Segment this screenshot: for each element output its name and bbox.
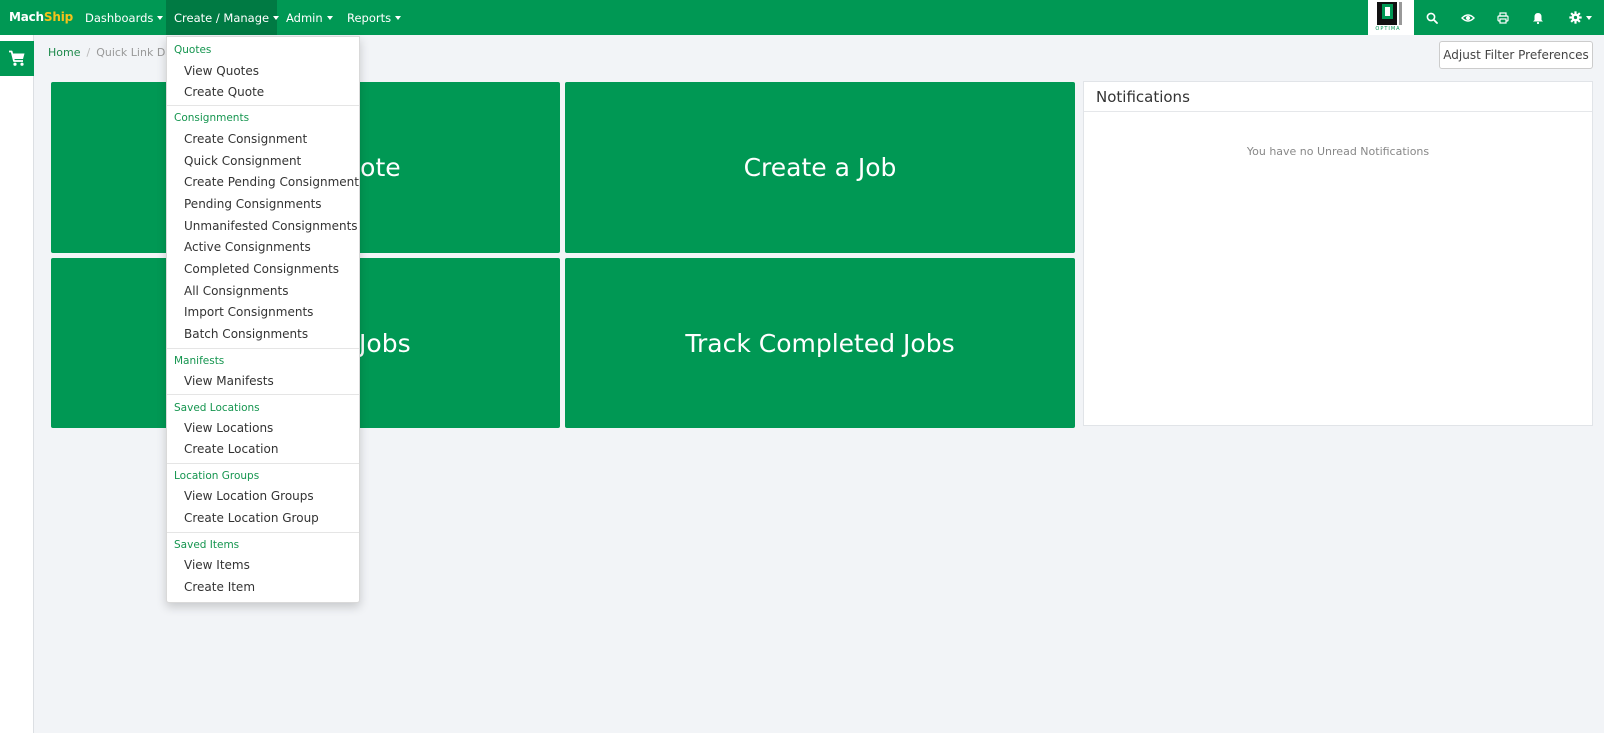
- tile-label: Track Completed Jobs: [685, 328, 955, 358]
- menu-item-create-item[interactable]: Create Item: [184, 580, 255, 594]
- nav-reports-label: Reports: [347, 11, 392, 25]
- menu-item-create-location[interactable]: Create Location: [184, 442, 278, 456]
- cart-icon: [9, 50, 25, 66]
- nav-create-manage[interactable]: Create / Manage: [166, 0, 280, 35]
- caret-down-icon: [1585, 15, 1592, 20]
- caret-down-icon: [326, 16, 333, 20]
- nav-admin-label: Admin: [286, 11, 323, 25]
- menu-item-create-location-group[interactable]: Create Location Group: [184, 511, 319, 525]
- caret-down-icon: [395, 16, 402, 20]
- tile-label: Create a Job: [743, 153, 897, 182]
- tile-create-job[interactable]: Create a Job: [565, 82, 1075, 253]
- print-icon[interactable]: [1485, 0, 1521, 35]
- menu-item-unmanifested-consignments[interactable]: Unmanifested Consignments: [184, 219, 358, 233]
- gear-icon: [1568, 11, 1582, 24]
- dropdown-header-location-groups: Location Groups: [174, 470, 260, 482]
- menu-item-create-consignment[interactable]: Create Consignment: [184, 132, 307, 146]
- menu-item-view-manifests[interactable]: View Manifests: [184, 374, 274, 388]
- settings-menu[interactable]: [1559, 0, 1601, 35]
- notifications-empty-text: You have no Unread Notifications: [1246, 145, 1430, 158]
- create-manage-dropdown: Quotes View Quotes Create Quote Consignm…: [166, 36, 360, 603]
- notifications-panel: Notifications You have no Unread Notific…: [1083, 81, 1593, 426]
- brand-logo[interactable]: MachShip: [9, 10, 73, 24]
- menu-item-all-consignments[interactable]: All Consignments: [184, 284, 288, 298]
- menu-divider: [167, 348, 359, 349]
- nav-dashboards-label: Dashboards: [85, 11, 154, 25]
- menu-item-view-items[interactable]: View Items: [184, 558, 250, 572]
- menu-divider: [167, 394, 359, 395]
- breadcrumb-home[interactable]: Home: [48, 46, 80, 59]
- caret-down-icon: [157, 16, 164, 20]
- menu-item-create-pending-consignment[interactable]: Create Pending Consignment: [184, 175, 359, 189]
- menu-item-view-locations[interactable]: View Locations: [184, 421, 273, 435]
- nav-reports[interactable]: Reports: [339, 0, 409, 35]
- dropdown-header-consignments: Consignments: [174, 112, 250, 124]
- menu-divider: [167, 105, 359, 106]
- menu-item-pending-consignments[interactable]: Pending Consignments: [184, 197, 322, 211]
- dropdown-header-manifests: Manifests: [174, 355, 225, 367]
- top-navbar: MachShip Dashboards Create / Manage Admi…: [0, 0, 1604, 35]
- brand-name-part2: Ship: [43, 10, 73, 24]
- brand-name-part1: Mach: [9, 10, 44, 24]
- dropdown-header-quotes: Quotes: [174, 44, 212, 56]
- search-icon[interactable]: [1414, 0, 1450, 35]
- nav-admin[interactable]: Admin: [278, 0, 341, 35]
- bell-icon[interactable]: [1520, 0, 1556, 35]
- eye-icon[interactable]: [1450, 0, 1486, 35]
- adjust-filter-preferences-button[interactable]: Adjust Filter Preferences: [1439, 41, 1593, 69]
- left-sidebar: [0, 35, 34, 733]
- notifications-title: Notifications: [1084, 82, 1592, 112]
- menu-item-import-consignments[interactable]: Import Consignments: [184, 305, 313, 319]
- company-logo: OPTIMA: [1368, 0, 1414, 35]
- dropdown-header-saved-locations: Saved Locations: [174, 402, 260, 414]
- menu-divider: [167, 463, 359, 464]
- nav-dashboards[interactable]: Dashboards: [77, 0, 171, 35]
- dropdown-header-saved-items: Saved Items: [174, 539, 240, 551]
- menu-item-active-consignments[interactable]: Active Consignments: [184, 240, 311, 254]
- menu-item-view-location-groups[interactable]: View Location Groups: [184, 489, 314, 503]
- menu-item-create-quote[interactable]: Create Quote: [184, 85, 264, 99]
- tile-track-completed-jobs[interactable]: Track Completed Jobs: [565, 258, 1075, 428]
- menu-item-view-quotes[interactable]: View Quotes: [184, 64, 259, 78]
- menu-item-batch-consignments[interactable]: Batch Consignments: [184, 327, 308, 341]
- breadcrumb-separator: /: [86, 46, 91, 59]
- sidebar-item-quick-links[interactable]: [0, 41, 34, 76]
- company-logo-text: OPTIMA: [1375, 26, 1401, 32]
- menu-item-completed-consignments[interactable]: Completed Consignments: [184, 262, 339, 276]
- menu-item-quick-consignment[interactable]: Quick Consignment: [184, 154, 301, 168]
- nav-create-manage-label: Create / Manage: [174, 11, 270, 25]
- menu-divider: [167, 532, 359, 533]
